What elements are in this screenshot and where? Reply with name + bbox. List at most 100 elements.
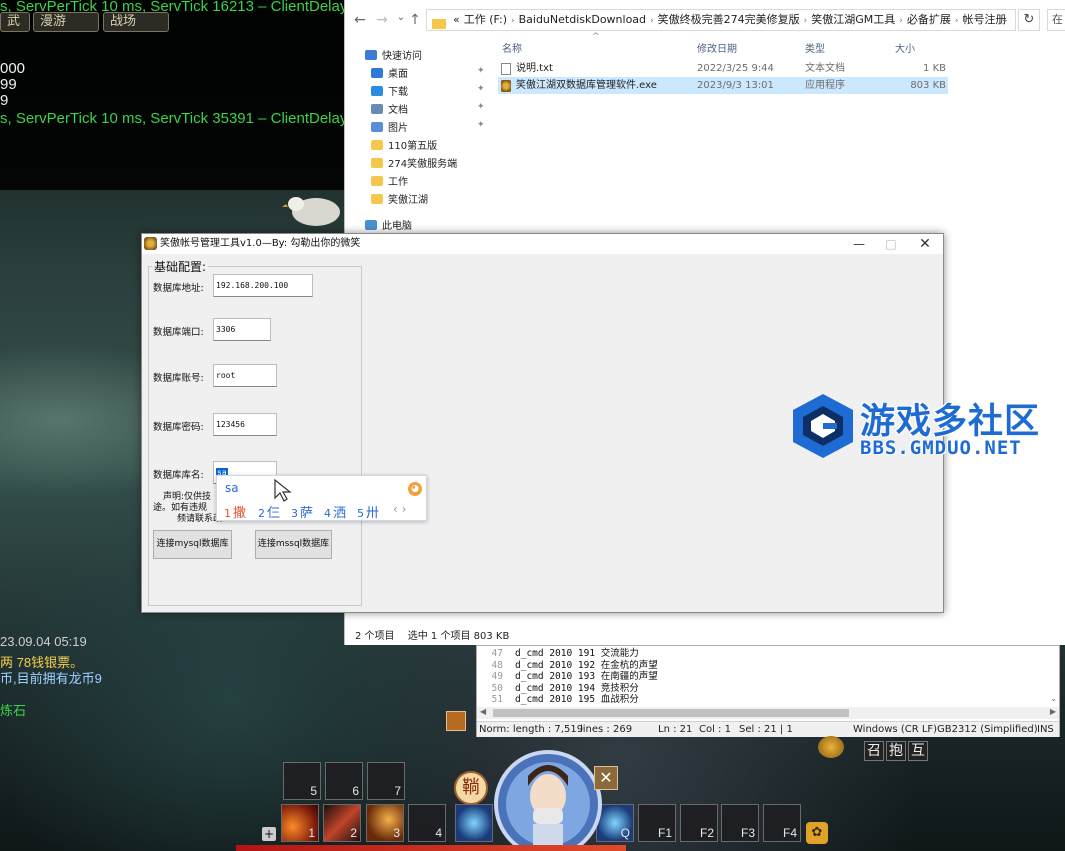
ime-composition: sa [225,481,239,495]
ime-logo-icon[interactable]: ◕ [408,482,422,496]
scrollbar-thumb[interactable] [493,709,849,717]
pin-icon[interactable]: ✦ [477,120,485,130]
ime-candidate[interactable]: 4洒 [324,502,346,521]
hotbar-slot[interactable]: 7 [367,762,405,800]
editor-line: 50 d_cmd 2010 194 竞技积分 [477,683,1057,695]
slot-hotkey: 6 [352,784,359,798]
sidebar-item[interactable]: 110第五版 [371,138,437,156]
column-header-name[interactable]: 名称 [502,40,522,55]
db-field-input[interactable]: 123456 [213,413,277,436]
sidebar-item[interactable]: 图片 [371,120,408,138]
maximize-button[interactable]: □ [874,234,908,254]
breadcrumb-item[interactable]: « [453,10,460,30]
breadcrumb-item[interactable]: 工作 (F:) [464,10,507,30]
slot-hotkey: Q [620,826,630,840]
hotbar-slot[interactable]: 4 [408,804,446,842]
crossed-swords-icon[interactable]: ✕ [594,766,618,790]
sidebar-item[interactable]: 工作 [371,174,408,192]
code-text: d_cmd 2010 193 在南疆的声望 [515,671,658,682]
ime-candidate[interactable]: 3萨 [291,502,313,521]
pin-icon[interactable]: ✦ [477,102,485,112]
file-row[interactable]: 笑傲江湖双数据库管理软件.exe 2023/9/3 13:01 应用程序 803 KB [498,77,948,94]
breadcrumb-item[interactable]: 笑傲江湖GM工具 [811,10,895,30]
close-button[interactable]: ✕ [908,234,942,254]
ime-candidate[interactable]: 1撒 [224,502,246,521]
column-header-type[interactable]: 类型 [805,40,825,55]
candidate-char: 洒 [333,506,347,521]
sidebar-item[interactable]: 快速访问 [365,48,422,66]
game-mode-button[interactable]: 战场 [103,12,169,32]
slot-hotkey: F2 [699,826,714,840]
field-label: 数据库密码: [153,422,204,433]
fire-skill-icon[interactable]: 1 [281,804,319,842]
db-field-input[interactable]: root [213,364,277,387]
hotbar-slot[interactable]: F3 [721,804,759,842]
horizontal-scrollbar[interactable]: ◀ ▶ [477,707,1059,719]
social-button[interactable]: 召 [864,741,884,761]
file-row[interactable]: 说明.txt 2022/3/25 9:44 文本文档 1 KB [498,60,948,77]
insert-mode: INS [1037,724,1054,735]
social-button[interactable]: 互 [908,741,928,761]
pin-icon[interactable]: ✦ [477,84,485,94]
sidebar-item[interactable]: 桌面 [371,66,408,84]
db-field-input[interactable]: 192.168.200.100 [213,274,313,297]
ime-candidate[interactable]: 2仨 [258,502,280,521]
chevron-down-icon[interactable]: ⌄ [1001,10,1009,30]
code-text: d_cmd 2010 192 在金杭的声望 [515,659,658,671]
scroll-left-icon[interactable]: ◀ [480,707,486,716]
forward-arrow-icon[interactable]: → [373,12,391,28]
text-editor[interactable]: 47 d_cmd 2010 191 交流能力 48 d_cmd 2010 192 在金… [476,645,1060,737]
breadcrumb-item[interactable]: 必备扩展 [907,10,951,30]
editor-line: 51 d_cmd 2010 195 血战积分 [477,694,1057,706]
pin-icon[interactable]: ✦ [477,66,485,76]
game-mode-button[interactable]: 漫游 [33,12,99,32]
hotbar-slot[interactable]: 5 [283,762,321,800]
refresh-button[interactable]: ↻ [1018,9,1040,31]
social-button[interactable]: 抱 [886,741,906,761]
hotbar-slot[interactable]: F2 [680,804,718,842]
breadcrumb-item[interactable]: 笑傲终极完善274完美修复版 [658,10,800,30]
hotbar-slot[interactable]: F4 [763,804,801,842]
slot-hotkey: 7 [394,784,401,798]
pet-paw-icon[interactable]: ✿ [806,822,828,844]
sidebar-item[interactable]: 274笑傲服务端 [371,156,457,174]
hotbar-slot[interactable]: F1 [638,804,676,842]
sidebar-item[interactable]: 文档 [371,102,408,120]
back-arrow-icon[interactable]: ← [351,12,369,28]
connect-mysql-button[interactable]: 连接mysql数据库 [153,530,232,559]
explorer-statusbar: 2 个项目 选中 1 个项目 803 KB [355,627,509,642]
encoding: GB2312 (Simplified) [937,724,1038,735]
candidate-number: 3 [291,507,298,520]
golden-toad-icon[interactable] [818,736,844,758]
line-number: 49 [491,671,503,682]
app-icon [144,237,157,250]
db-field-input[interactable]: 3306 [213,318,271,341]
character-portrait[interactable] [478,736,618,851]
scroll-down-icon[interactable]: ⌄ [1050,694,1057,703]
sidebar-item[interactable]: 下载 [371,84,408,102]
minimize-button[interactable]: — [842,234,876,254]
bag-icon[interactable] [446,711,466,731]
address-bar[interactable]: «工作 (F:) › BaiduNetdiskDownload › 笑傲终极完善274完… [426,9,1016,31]
add-slot-button[interactable]: + [262,827,276,841]
up-arrow-icon[interactable]: ↑ [406,12,424,28]
file-name: 说明.txt [516,63,553,74]
search-input[interactable]: 在 [1047,9,1065,31]
blade-skill-icon[interactable]: 2 [323,804,361,842]
sidebar-item[interactable]: 笑傲江湖 [371,192,428,210]
connect-mssql-button[interactable]: 连接mssql数据库 [255,530,332,559]
window-title: 笑傲帐号管理工具v1.0—By: 勾勒出你的微笑 [160,238,361,249]
breadcrumb-item[interactable]: BaiduNetdiskDownload [519,10,646,30]
game-mode-button[interactable]: 武 [0,12,30,32]
ime-page-nav[interactable]: ‹ › [393,502,406,516]
emblem-badge[interactable]: 鞝 [454,771,488,805]
column-header-modified[interactable]: 修改日期 [697,40,737,55]
exe-file-icon [501,80,511,92]
editor-statusbar: Norm: length : 7,519 lines : 269 Ln : 21… [477,721,1059,737]
scroll-right-icon[interactable]: ▶ [1050,707,1056,716]
column-header-size[interactable]: 大小 [895,40,915,55]
claw-skill-icon[interactable]: 3 [366,804,404,842]
folder-icon [371,176,383,186]
hotbar-slot[interactable]: 6 [325,762,363,800]
ime-candidate[interactable]: 5卅 [357,502,379,521]
